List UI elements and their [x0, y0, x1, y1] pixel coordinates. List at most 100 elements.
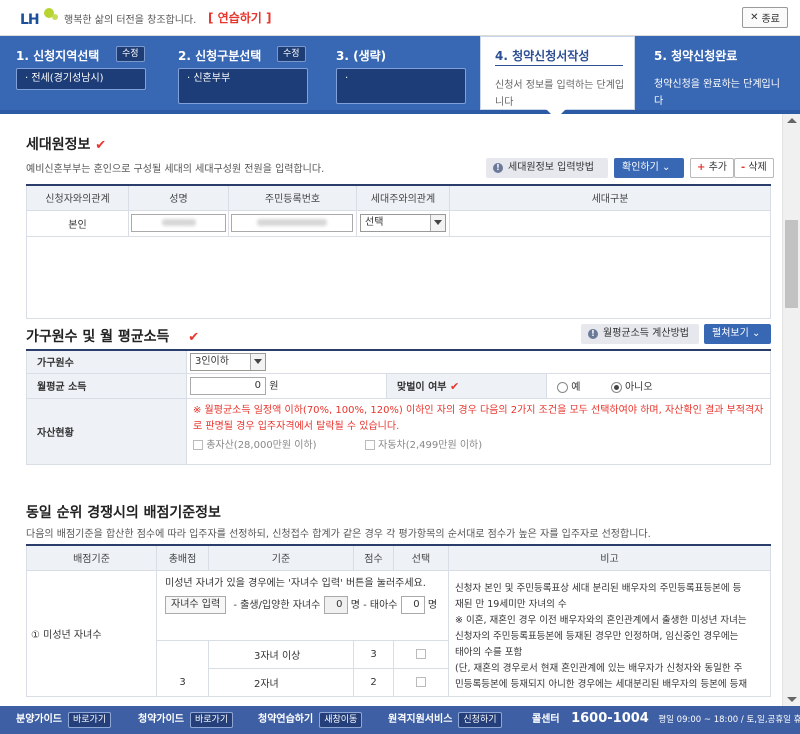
- col-criterion: 배점기준: [26, 544, 157, 571]
- resident-number-input[interactable]: [231, 214, 353, 232]
- income-title-text: 가구원수 및 월 평균소득: [26, 329, 170, 345]
- household-section-title: 세대원정보 ✔: [26, 134, 106, 154]
- info-icon: !: [493, 163, 503, 173]
- step-2: 2. 신청구분선택 수정 · 신혼부부: [178, 36, 323, 110]
- child-count-button[interactable]: 자녀수 입력: [165, 595, 227, 614]
- practice-mode-label: [ 연습하기 ]: [208, 11, 272, 25]
- child-input-row: 자녀수 입력 - 출생/입양한 자녀수 0 명 - 태아수 0 명: [165, 595, 448, 615]
- income-calc-label: 월평균소득 계산방법: [603, 328, 689, 339]
- callcenter-label: 콜센터: [532, 714, 560, 725]
- remark-line: 재된 만 19세미만 자녀의 수: [455, 598, 567, 610]
- members-select[interactable]: 3인이하: [190, 352, 266, 371]
- expand-button[interactable]: 펼쳐보기 ⌄: [704, 324, 771, 344]
- birth-label: - 출생/입양한 자녀수: [233, 599, 321, 611]
- income-unit: 원: [269, 380, 279, 392]
- dual-yes-radio[interactable]: [557, 381, 568, 393]
- total-asset-checkbox[interactable]: [193, 439, 203, 450]
- top-bar: LH 행복한 삶의 터전을 창조합니다. [ 연습하기 ] ✕ 종료: [0, 0, 800, 36]
- col-household-type: 세대구분: [449, 184, 771, 211]
- lh-logo: LH: [16, 5, 64, 31]
- income-input[interactable]: 0: [190, 376, 266, 395]
- logo-dot-small-icon: [52, 14, 58, 20]
- option-points: 3: [353, 639, 394, 669]
- option-checkbox-cell: [393, 667, 449, 697]
- table-row: ① 미성년 자녀수 미성년 자녀가 있을 경우에는 '자녀수 입력' 버튼을 눌…: [26, 569, 771, 697]
- step-1-title: 1. 신청지역선택: [16, 49, 100, 63]
- household-method-button[interactable]: ! 세대원정보 입력방법: [486, 158, 608, 178]
- car-asset-checkbox[interactable]: [364, 439, 375, 450]
- name-input[interactable]: [131, 214, 226, 232]
- score-section-title: 동일 순위 경쟁시의 배점기준정보: [26, 505, 221, 521]
- head-relation-value: 선택: [365, 217, 384, 228]
- close-icon: ✕: [750, 12, 759, 23]
- required-check-icon: ✔: [188, 330, 200, 345]
- table-row: 본인 선택: [26, 209, 771, 237]
- sale-guide-button[interactable]: 바로가기: [68, 712, 112, 728]
- step-3-title: 3. (생략): [336, 49, 387, 63]
- plus-icon: +: [697, 162, 706, 173]
- scroll-down-icon[interactable]: [787, 697, 797, 702]
- dual-yes-label: 예: [571, 382, 581, 393]
- close-button[interactable]: ✕ 종료: [742, 7, 788, 28]
- household-title-text: 세대원정보: [26, 137, 91, 153]
- step-1-edit-button[interactable]: 수정: [116, 46, 145, 62]
- child-instruction: 미성년 자녀가 있을 경우에는 '자녀수 입력' 버튼을 눌러주세요.: [165, 577, 426, 589]
- dual-income-cell: 예 아니오: [546, 372, 771, 399]
- criterion-cell: ① 미성년 자녀수: [26, 569, 157, 697]
- scroll-thumb[interactable]: [785, 220, 798, 308]
- remark-line: 태아의 수를 포함: [455, 646, 523, 658]
- head-relation-select[interactable]: 선택: [360, 214, 446, 232]
- confirm-button[interactable]: 확인하기 ⌄: [614, 158, 684, 178]
- name-cell: [128, 209, 229, 237]
- col-head-relation: 세대주와의관계: [356, 184, 450, 211]
- step-3-selected-value: ·: [336, 68, 466, 104]
- minus-icon: -: [741, 162, 746, 173]
- add-member-button[interactable]: + 추가: [690, 158, 734, 178]
- add-label: 추가: [708, 162, 727, 173]
- delete-member-button[interactable]: - 삭제: [734, 158, 774, 178]
- score-description: 다음의 배점기준을 합산한 점수에 따라 입주자를 선정하되, 신청접수 합계가…: [26, 529, 651, 540]
- table-row: 월평균 소득 0 원 맞벌이 여부 ✔ 예 아니오: [26, 372, 771, 399]
- dropdown-arrow-icon: [430, 215, 445, 231]
- resident-number-cell: [228, 209, 357, 237]
- remark-line: (단, 재혼의 경우로서 현재 혼인관계에 있는 배우자가 신청자와 동일한 주: [455, 662, 743, 674]
- car-asset-label: 자동차(2,499만원 이하): [378, 439, 483, 451]
- step-2-selected-value: · 신혼부부: [178, 68, 308, 104]
- expand-label: 펼쳐보기: [712, 328, 749, 339]
- household-table: 신청자와의관계 성명 주민등록번호 세대주와의관계 세대구분 본인 선택: [26, 184, 771, 319]
- step-4-underline: [495, 65, 623, 66]
- fetus-count-input[interactable]: 0: [400, 595, 425, 614]
- callcenter-phone: 1600-1004: [571, 711, 649, 726]
- col-name: 성명: [128, 184, 229, 211]
- call-center: 콜센터 1600-1004 평일 09:00 ~ 18:00 / 토,일,공휴일…: [532, 706, 800, 734]
- vertical-scrollbar[interactable]: [782, 114, 800, 706]
- income-calc-method-button[interactable]: ! 월평균소득 계산방법: [581, 324, 699, 344]
- practice-label: 청약연습하기: [258, 714, 314, 725]
- asset-cell: ※ 월평균소득 일정액 이하(70%, 100%, 120%) 이하인 자의 경…: [186, 397, 771, 465]
- birth-count-input[interactable]: 0: [323, 595, 348, 614]
- remark-line: 민등록등본에 등재되지 아니한 경우에는 세대분리된 배우자의 등본에 등재: [455, 678, 748, 690]
- step-2-edit-button[interactable]: 수정: [277, 46, 306, 62]
- step-4-description: 신청서 정보를 입력하는 단계입니다: [495, 80, 625, 108]
- option-checkbox[interactable]: [416, 648, 426, 659]
- application-window: LH 행복한 삶의 터전을 창조합니다. [ 연습하기 ] ✕ 종료 1. 신청…: [0, 0, 800, 734]
- sub-guide-button[interactable]: 바로가기: [190, 712, 234, 728]
- dual-no-label: 아니오: [624, 382, 653, 393]
- col-remarks: 비고: [448, 544, 771, 571]
- col-resident-number: 주민등록번호: [228, 184, 357, 211]
- remark-line: 신청자 본인 및 주민등록표상 세대 분리된 배우자의 주민등록표등본에 등: [455, 582, 742, 594]
- col-standard: 기준: [208, 544, 354, 571]
- table-row: 가구원수 3인이하: [26, 349, 771, 374]
- scroll-up-icon[interactable]: [787, 118, 797, 123]
- total-asset-label: 총자산(28,000만원 이하): [206, 439, 317, 451]
- practice-link: 청약연습하기 새창이동: [258, 706, 363, 734]
- empty-row: [26, 235, 771, 319]
- required-check-icon: ✔: [449, 380, 460, 393]
- dual-no-radio[interactable]: [610, 381, 622, 393]
- practice-button[interactable]: 새창이동: [319, 712, 363, 728]
- score-table: 배점기준 총배점 기준 점수 선택 비고 ① 미성년 자녀수 미성년 자녀가 있…: [26, 544, 771, 697]
- step-2-title: 2. 신청구분선택: [178, 49, 262, 63]
- option-checkbox[interactable]: [416, 676, 426, 687]
- info-icon: !: [588, 329, 598, 339]
- remote-button[interactable]: 신청하기: [458, 712, 502, 728]
